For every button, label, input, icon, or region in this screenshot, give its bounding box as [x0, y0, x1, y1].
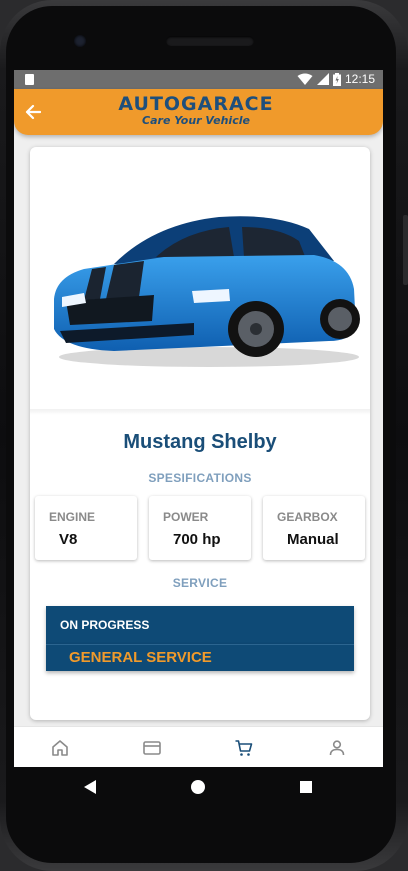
front-camera: [74, 35, 86, 47]
wifi-icon: [297, 73, 313, 85]
nav-cards[interactable]: [141, 737, 163, 759]
sim-card-icon: [25, 74, 34, 85]
app-screen: 12:15 AUTOGARACE Care Your Vehicle Musta…: [14, 70, 383, 767]
app-logo: AUTOGARACE Care Your Vehicle: [106, 94, 286, 127]
nav-home[interactable]: [49, 737, 71, 759]
car-name: Mustang Shelby: [123, 431, 277, 453]
specifications-heading: SPESIFICATIONS: [148, 471, 252, 485]
spec-label: POWER: [163, 510, 209, 524]
bottom-navigation: [14, 726, 383, 767]
profile-icon: [329, 740, 345, 756]
car-image: [54, 216, 360, 367]
system-recents-button[interactable]: [298, 779, 314, 795]
signal-icon: [316, 73, 329, 85]
battery-icon: [332, 72, 341, 86]
nav-profile[interactable]: [326, 737, 348, 759]
back-triangle-icon: [84, 780, 96, 794]
spec-value: V8: [59, 531, 78, 548]
power-button: [403, 215, 408, 285]
status-icons: 12:15: [297, 72, 375, 86]
service-status-bar: ON PROGRESS: [46, 606, 354, 644]
logo-title: AUTOGARACE: [118, 93, 274, 115]
credit-card-icon: [143, 741, 161, 755]
spec-gearbox: GEARBOX Manual: [263, 496, 365, 560]
home-icon: [52, 740, 68, 756]
arrow-left-icon: [25, 104, 41, 120]
service-heading: SERVICE: [172, 576, 228, 590]
back-button[interactable]: [22, 101, 44, 123]
recents-square-icon: [300, 781, 312, 793]
spec-label: ENGINE: [49, 510, 96, 524]
home-circle-icon: [191, 780, 205, 794]
system-home-button[interactable]: [190, 779, 206, 795]
system-navigation: [14, 767, 383, 807]
logo-tagline: Care Your Vehicle: [142, 114, 250, 127]
spec-value: 700 hp: [173, 531, 221, 548]
spec-engine: ENGINE V8: [35, 496, 137, 560]
system-back-button[interactable]: [82, 779, 98, 795]
nav-cart[interactable]: [233, 737, 255, 759]
earpiece-speaker: [166, 36, 254, 46]
spec-power: POWER 700 hp: [149, 496, 251, 560]
service-item[interactable]: ON PROGRESS GENERAL SERVICE: [46, 606, 354, 671]
spec-label: GEARBOX: [277, 510, 338, 524]
cart-icon: [235, 740, 253, 756]
service-type-bar: GENERAL SERVICE: [46, 644, 354, 671]
image-divider: [30, 409, 370, 415]
status-bar: 12:15: [14, 70, 383, 89]
status-time: 12:15: [344, 72, 375, 86]
service-type: GENERAL SERVICE: [69, 649, 212, 666]
service-status: ON PROGRESS: [60, 618, 150, 632]
app-bar: AUTOGARACE Care Your Vehicle: [14, 89, 383, 135]
car-detail-card: Mustang Shelby SPESIFICATIONS ENGINE V8 …: [30, 147, 370, 720]
spec-value: Manual: [287, 531, 339, 548]
